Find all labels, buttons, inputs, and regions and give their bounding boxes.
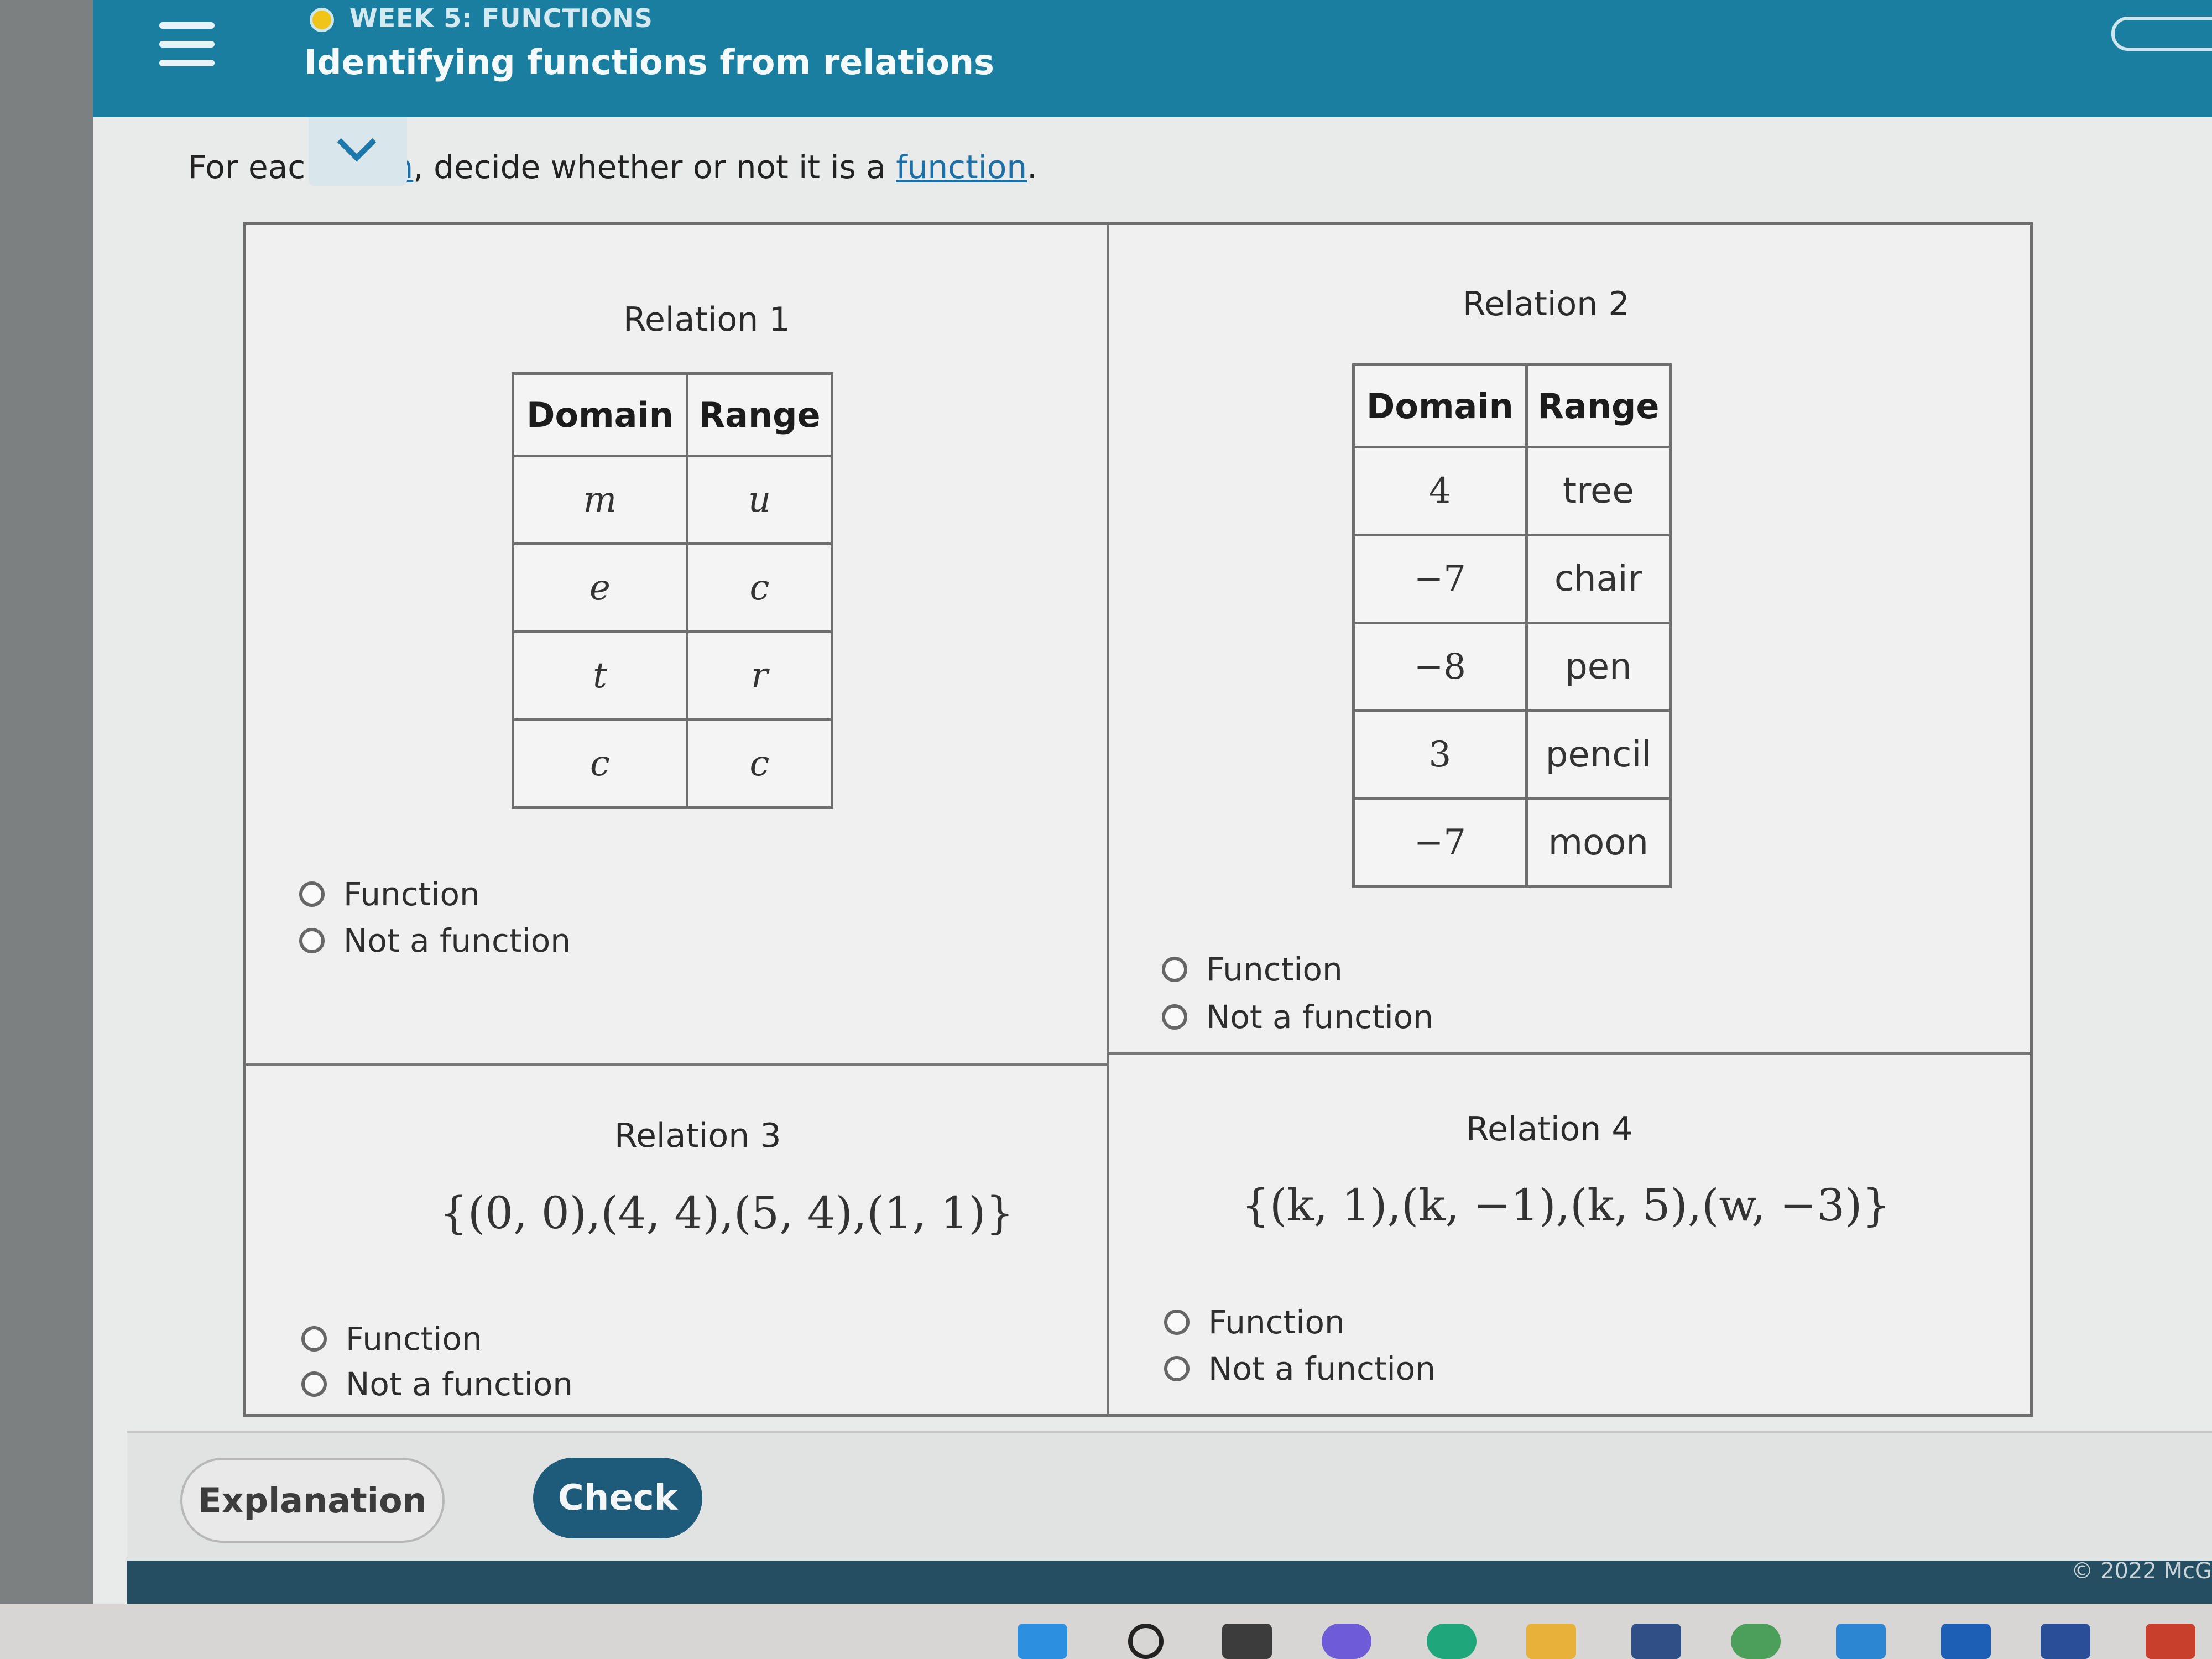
- relation-4-set: {(k, 1),(k, −1),(k, 5),(w, −3)}: [1241, 1180, 1891, 1231]
- instruction-part-4: .: [1027, 148, 1037, 186]
- range-header: Range: [685, 372, 834, 457]
- relation-1-title: Relation 1: [623, 300, 790, 339]
- domain-cell: 4: [1352, 446, 1528, 536]
- table-row: ec: [512, 542, 834, 633]
- header-pill-control[interactable]: [2111, 17, 2212, 51]
- chat-icon[interactable]: [1322, 1624, 1371, 1659]
- relation-4-title: Relation 4: [1466, 1110, 1633, 1149]
- store-icon[interactable]: [1631, 1624, 1681, 1659]
- table-row: mu: [512, 455, 834, 545]
- table-row: cc: [512, 718, 834, 809]
- relation-1-panel: Relation 1 Domain Range mu ec tr cc Funct…: [246, 225, 1109, 1066]
- range-cell: pencil: [1525, 709, 1672, 800]
- table-row: −8 pen: [1352, 622, 1672, 712]
- relation-2-panel: Relation 2 Domain Range 4 tree −7 chair −8 p…: [1109, 225, 2030, 1055]
- range-cell: r: [685, 630, 834, 721]
- radio-button[interactable]: [1164, 1310, 1190, 1335]
- radio-button[interactable]: [301, 1371, 327, 1397]
- explanation-button[interactable]: Explanation: [180, 1458, 445, 1543]
- option-label: Not a function: [1206, 998, 1433, 1036]
- range-cell: u: [685, 455, 834, 545]
- relation-1-table: Domain Range mu ec tr cc: [512, 372, 834, 809]
- table-row: tr: [512, 630, 834, 721]
- table-row: 4 tree: [1352, 446, 1672, 536]
- domain-cell: −7: [1352, 797, 1528, 888]
- app-icon[interactable]: [1836, 1624, 1886, 1659]
- domain-cell: e: [512, 542, 688, 633]
- relation-2-table: Domain Range 4 tree −7 chair −8 pen 3 pencil …: [1352, 363, 1672, 888]
- option-label: Function: [1206, 951, 1343, 988]
- radio-button[interactable]: [299, 928, 325, 953]
- header-bar: WEEK 5: FUNCTIONS Identifying functions …: [93, 0, 2212, 117]
- option-label: Not a function: [343, 922, 571, 959]
- function-link[interactable]: function: [896, 148, 1027, 186]
- relations-grid: Relation 1 Domain Range mu ec tr cc Funct…: [243, 222, 2033, 1417]
- domain-cell: t: [512, 630, 688, 721]
- relation-4-not-function-option[interactable]: Not a function: [1164, 1350, 1436, 1387]
- relation-2-function-option[interactable]: Function: [1162, 951, 1343, 988]
- option-label: Function: [343, 875, 480, 913]
- copyright-text: © 2022 McG: [2071, 1558, 2212, 1584]
- option-label: Function: [346, 1320, 482, 1358]
- radio-button[interactable]: [299, 881, 325, 907]
- option-label: Function: [1208, 1303, 1345, 1341]
- chevron-down-icon: [337, 122, 377, 162]
- relation-3-title: Relation 3: [614, 1117, 781, 1155]
- table-row: −7 moon: [1352, 797, 1672, 888]
- table-row: 3 pencil: [1352, 709, 1672, 800]
- search-icon[interactable]: [1128, 1624, 1164, 1659]
- radio-button[interactable]: [1162, 1004, 1187, 1030]
- domain-header: Domain: [1352, 363, 1528, 448]
- table-row: −7 chair: [1352, 534, 1672, 624]
- instruction-part-1: For eac: [188, 148, 306, 186]
- collapse-dropdown-toggle[interactable]: [309, 117, 407, 186]
- range-header: Range: [1525, 363, 1672, 448]
- option-label: Not a function: [1208, 1350, 1436, 1387]
- option-label: Not a function: [346, 1365, 573, 1403]
- relation-2-title: Relation 2: [1463, 285, 1630, 324]
- range-cell: chair: [1525, 534, 1672, 624]
- relation-3-panel: Relation 3 {(0, 0),(4, 4),(5, 4),(1, 1)}…: [246, 1066, 1109, 1414]
- domain-cell: 3: [1352, 709, 1528, 800]
- bottom-strip: [127, 1561, 2212, 1604]
- relation-1-not-function-option[interactable]: Not a function: [299, 922, 571, 959]
- range-cell: moon: [1525, 797, 1672, 888]
- check-button[interactable]: Check: [533, 1458, 702, 1538]
- app-window: WEEK 5: FUNCTIONS Identifying functions …: [93, 0, 2212, 1604]
- radio-button[interactable]: [1164, 1356, 1190, 1381]
- start-icon[interactable]: [1018, 1624, 1067, 1659]
- relation-4-panel: Relation 4 {(k, 1),(k, −1),(k, 5),(w, −3…: [1109, 1055, 2030, 1414]
- domain-cell: −8: [1352, 622, 1528, 712]
- domain-cell: −7: [1352, 534, 1528, 624]
- page-title: Identifying functions from relations: [304, 42, 994, 82]
- screen-bezel: [0, 0, 93, 1604]
- range-cell: tree: [1525, 446, 1672, 536]
- relation-3-not-function-option[interactable]: Not a function: [301, 1365, 573, 1403]
- relation-4-function-option[interactable]: Function: [1164, 1303, 1345, 1341]
- instruction-part-3: , decide whether or not it is a: [413, 148, 896, 186]
- chrome-icon[interactable]: [1731, 1624, 1781, 1659]
- hamburger-menu-icon[interactable]: [159, 22, 215, 72]
- edge-icon[interactable]: [1427, 1624, 1477, 1659]
- radio-button[interactable]: [301, 1326, 327, 1352]
- outlook-icon[interactable]: [1941, 1624, 1991, 1659]
- range-cell: c: [685, 542, 834, 633]
- relation-2-not-function-option[interactable]: Not a function: [1162, 998, 1433, 1036]
- radio-button[interactable]: [1162, 957, 1187, 982]
- office-icon[interactable]: [2146, 1624, 2195, 1659]
- relation-1-function-option[interactable]: Function: [299, 875, 480, 913]
- range-cell: pen: [1525, 622, 1672, 712]
- relation-3-function-option[interactable]: Function: [301, 1320, 482, 1358]
- progress-status-dot-icon: [310, 8, 334, 32]
- range-cell: c: [685, 718, 834, 809]
- week-label: WEEK 5: FUNCTIONS: [349, 3, 653, 33]
- domain-cell: c: [512, 718, 688, 809]
- file-explorer-icon[interactable]: [1526, 1624, 1576, 1659]
- task-view-icon[interactable]: [1222, 1624, 1272, 1659]
- relation-3-set: {(0, 0),(4, 4),(5, 4),(1, 1)}: [440, 1187, 1014, 1239]
- word-icon[interactable]: [2041, 1624, 2090, 1659]
- domain-cell: m: [512, 455, 688, 545]
- domain-header: Domain: [512, 372, 688, 457]
